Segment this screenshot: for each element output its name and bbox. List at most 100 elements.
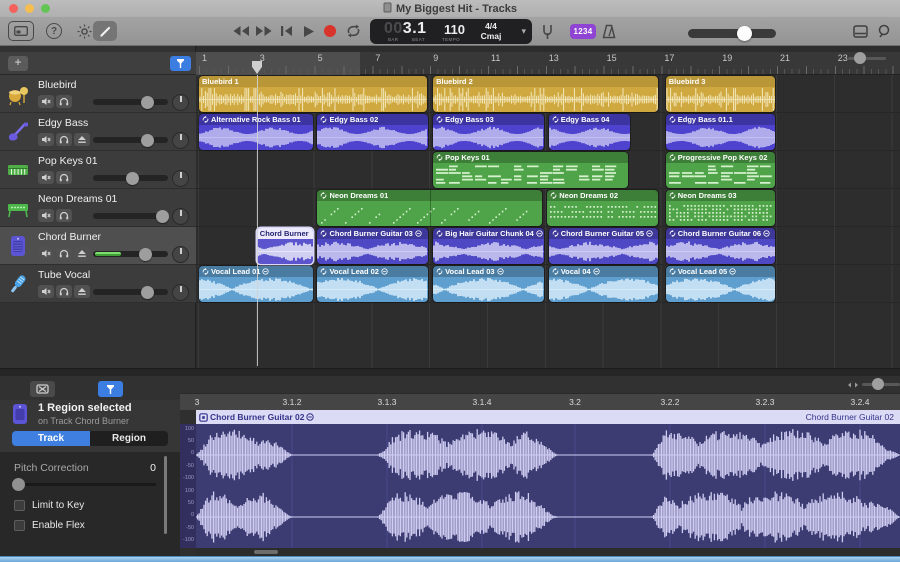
playhead-position[interactable]: 003.1 [384, 20, 427, 38]
track-pan-knob[interactable] [172, 132, 189, 149]
arrange-zoom-thumb[interactable] [854, 52, 866, 64]
play-button[interactable] [300, 24, 316, 38]
region-vocal-lead-02[interactable]: Vocal Lead 02 [317, 266, 428, 302]
track-pan-knob[interactable] [172, 208, 189, 225]
solo-button[interactable] [56, 133, 72, 146]
track-volume-slider[interactable] [93, 175, 168, 181]
tab-track[interactable]: Track [12, 431, 90, 446]
editor-catch-playhead-button[interactable] [98, 381, 123, 397]
track-header-pop-keys-01[interactable]: Pop Keys 01 [0, 151, 196, 189]
quick-help-button[interactable]: ? [46, 23, 62, 39]
track-pan-knob[interactable] [172, 284, 189, 301]
time-signature[interactable]: 4/4 [478, 21, 504, 31]
media-browser-button[interactable] [852, 23, 869, 39]
master-volume-slider[interactable] [688, 29, 776, 38]
region-neon-dreams-03[interactable]: Neon Dreams 03 [666, 190, 775, 226]
pitch-correction-slider[interactable] [14, 483, 156, 486]
editor-zoom-thumb[interactable] [872, 378, 884, 390]
metronome-button[interactable] [601, 23, 617, 40]
track-volume-knob[interactable] [156, 210, 169, 223]
mute-button[interactable] [38, 285, 54, 298]
forward-button[interactable] [254, 24, 274, 38]
input-button[interactable] [74, 247, 90, 260]
loop-browser-button[interactable] [876, 23, 892, 39]
flex-button[interactable] [30, 381, 55, 397]
record-button[interactable] [322, 23, 338, 39]
region-big-hair-guitar-chunk-04[interactable]: Big Hair Guitar Chunk 04 [433, 228, 544, 264]
track-volume-knob[interactable] [141, 134, 154, 147]
editor-region-titlebar[interactable]: Chord Burner Guitar 02 Chord Burner Guit… [196, 410, 900, 424]
library-button[interactable] [8, 21, 34, 41]
track-header-bluebird[interactable]: Bluebird [0, 75, 196, 113]
count-in-button[interactable]: 1234 [570, 24, 596, 39]
solo-button[interactable] [56, 247, 72, 260]
region-chord-burner-guitar-05[interactable]: Chord Burner Guitar 05 [549, 228, 658, 264]
region-progressive-pop-keys-02[interactable]: Progressive Pop Keys 02 [666, 152, 775, 188]
input-button[interactable] [74, 285, 90, 298]
lcd-chevron-icon[interactable]: ▾ [521, 26, 526, 37]
region-edgy-bass-02[interactable]: Edgy Bass 02 [317, 114, 428, 150]
timeline-ruler[interactable]: 1357911131517192123 [196, 52, 900, 75]
add-track-button[interactable]: + [8, 56, 28, 71]
region-neon-dreams-02[interactable]: Neon Dreams 02 [547, 190, 658, 226]
editor-waveform[interactable] [196, 424, 900, 548]
tuner-button[interactable] [540, 23, 554, 40]
track-volume-slider[interactable] [93, 289, 168, 295]
track-pan-knob[interactable] [172, 94, 189, 111]
region-vocal-lead-05[interactable]: Vocal Lead 05 [666, 266, 775, 302]
mute-button[interactable] [38, 133, 54, 146]
track-volume-knob[interactable] [141, 96, 154, 109]
tab-region[interactable]: Region [90, 431, 168, 446]
solo-button[interactable] [56, 285, 72, 298]
region-chord-burner-guitar-03[interactable]: Chord Burner Guitar 03 [317, 228, 428, 264]
track-volume-slider[interactable] [93, 99, 168, 105]
region-bluebird-2[interactable]: Bluebird 2 [433, 76, 658, 112]
region-vocal-04[interactable]: Vocal 04 [549, 266, 658, 302]
region-edgy-bass-01-1[interactable]: Edgy Bass 01.1 [666, 114, 775, 150]
track-header-tube-vocal[interactable]: Tube Vocal [0, 265, 196, 303]
tempo-value[interactable]: 110 [444, 22, 465, 37]
track-volume-knob[interactable] [126, 172, 139, 185]
track-volume-knob[interactable] [141, 286, 154, 299]
mute-button[interactable] [38, 95, 54, 108]
pitch-correction-knob[interactable] [12, 478, 25, 491]
rewind-button[interactable] [231, 24, 251, 38]
editor-ruler[interactable]: 33.1.23.1.33.1.43.23.2.23.2.33.2.4 [180, 393, 900, 410]
inspector-scrollbar[interactable] [164, 456, 167, 534]
region-chord-burner[interactable]: Chord Burner [257, 228, 313, 264]
region-bluebird-3[interactable]: Bluebird 3 [666, 76, 775, 112]
mute-button[interactable] [38, 171, 54, 184]
region-vocal-lead-03[interactable]: Vocal Lead 03 [433, 266, 544, 302]
track-volume-slider[interactable] [93, 137, 168, 143]
track-pan-knob[interactable] [172, 246, 189, 263]
track-volume-knob[interactable] [139, 248, 152, 261]
track-header-neon-dreams-01[interactable]: Neon Dreams 01 [0, 189, 196, 227]
key-signature[interactable]: Cmaj [478, 31, 504, 41]
solo-button[interactable] [56, 171, 72, 184]
region-edgy-bass-04[interactable]: Edgy Bass 04 [549, 114, 631, 150]
region-chord-burner-guitar-06[interactable]: Chord Burner Guitar 06 [666, 228, 775, 264]
track-pan-knob[interactable] [172, 170, 189, 187]
track-header-chord-burner[interactable]: Chord Burner [0, 227, 196, 265]
playhead-line[interactable] [257, 75, 259, 366]
track-volume-slider[interactable] [93, 251, 168, 257]
limit-to-key-checkbox[interactable] [14, 500, 25, 511]
editor-hscroll-thumb[interactable] [254, 550, 278, 554]
mute-button[interactable] [38, 247, 54, 260]
editor-hscrollbar[interactable] [196, 548, 900, 556]
solo-button[interactable] [56, 95, 72, 108]
region-edgy-bass-03[interactable]: Edgy Bass 03 [433, 114, 544, 150]
master-volume-knob[interactable] [737, 26, 752, 41]
lcd-display[interactable]: 003.1 BAR BEAT 110 TEMPO 4/4 Cmaj ▾ [370, 19, 532, 44]
mute-button[interactable] [38, 209, 54, 222]
smart-controls-button[interactable] [76, 23, 92, 39]
region-neon-dreams-01[interactable]: Neon Dreams 01 [317, 190, 542, 226]
input-button[interactable] [74, 133, 90, 146]
track-header-edgy-bass[interactable]: Edgy Bass [0, 113, 196, 151]
catch-playhead-button[interactable] [170, 56, 191, 71]
region-pop-keys-01[interactable]: Pop Keys 01 [433, 152, 628, 188]
go-to-beginning-button[interactable] [278, 24, 294, 38]
editors-button[interactable] [93, 21, 117, 41]
solo-button[interactable] [56, 209, 72, 222]
horizontal-divider[interactable] [0, 368, 900, 376]
